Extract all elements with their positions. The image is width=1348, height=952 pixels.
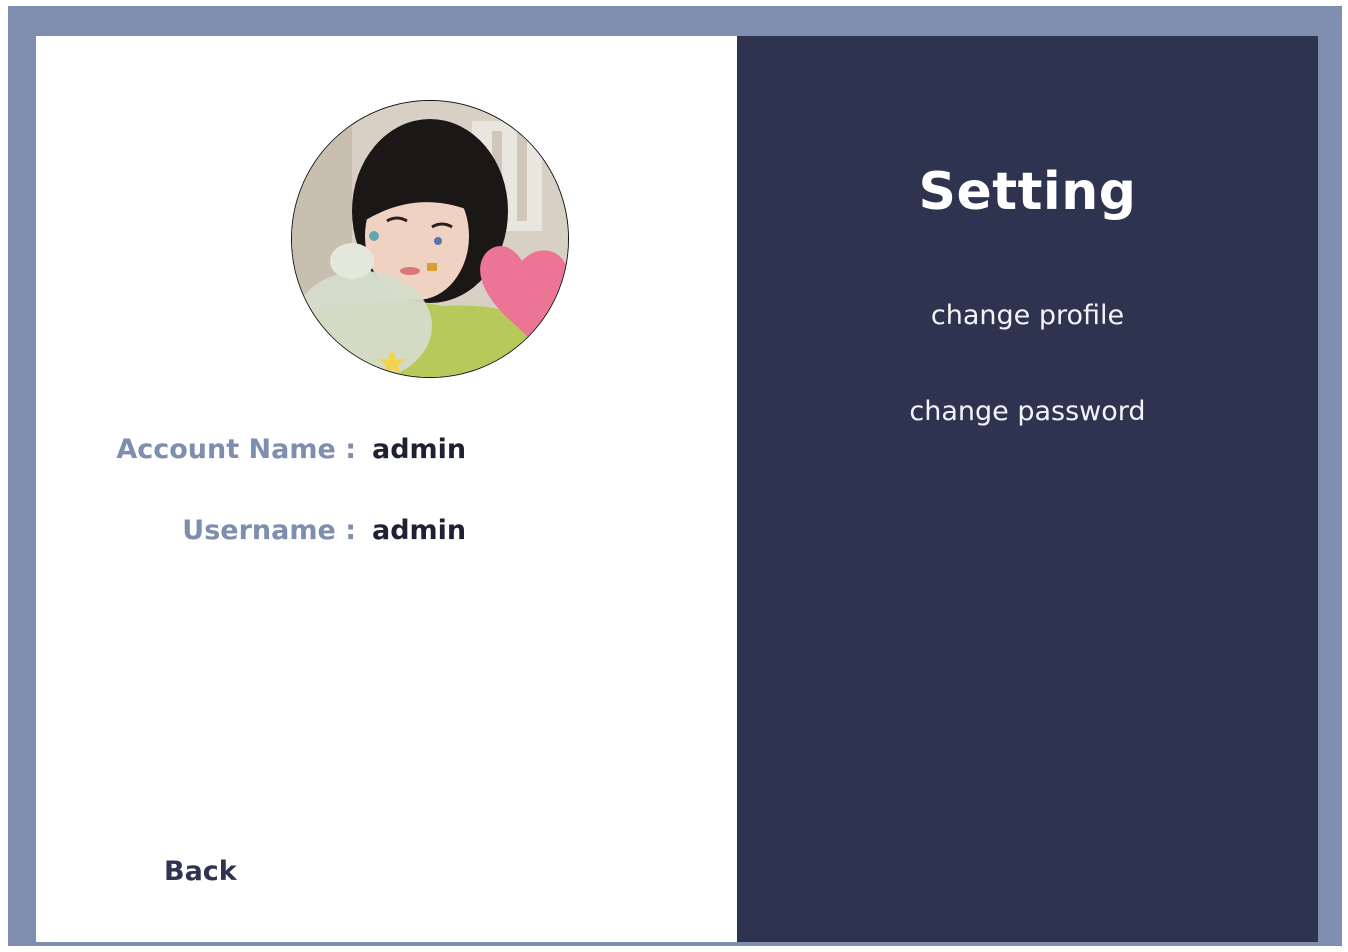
page-frame: Account Name : admin Username : admin Ba… <box>8 6 1342 946</box>
back-button[interactable]: Back <box>164 856 237 887</box>
profile-panel: Account Name : admin Username : admin Ba… <box>36 36 737 942</box>
account-name-label: Account Name : <box>116 434 356 465</box>
username-row: Username : admin <box>36 515 476 546</box>
avatar-photo-icon <box>292 101 568 377</box>
avatar <box>291 100 569 378</box>
change-password-link[interactable]: change password <box>737 396 1318 427</box>
settings-title: Setting <box>918 162 1137 222</box>
account-name-value: admin <box>372 434 467 465</box>
username-label: Username : <box>182 515 356 546</box>
settings-card: Account Name : admin Username : admin Ba… <box>36 36 1318 942</box>
account-name-row: Account Name : admin <box>36 434 476 465</box>
username-value: admin <box>372 515 467 546</box>
change-profile-link[interactable]: change profile <box>737 300 1318 331</box>
settings-panel: Setting change profile change password <box>737 36 1318 942</box>
